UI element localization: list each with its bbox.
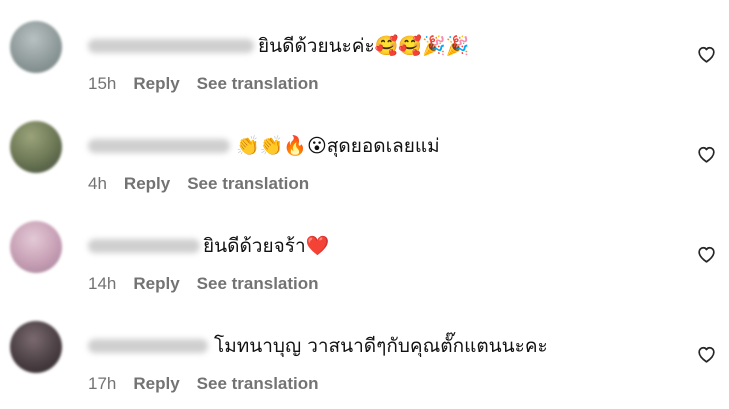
- comment-time: 15h: [88, 74, 117, 93]
- heart-outline-icon[interactable]: [697, 146, 716, 163]
- heart-outline-icon[interactable]: [697, 246, 716, 263]
- comment-time: 4h: [88, 174, 107, 193]
- heart-outline-icon[interactable]: [697, 346, 716, 363]
- comment-text: ยินดีด้วยนะค่ะ🥰🥰🎉🎉: [258, 35, 470, 57]
- see-translation-button[interactable]: See translation: [197, 273, 319, 295]
- comment-meta: 15h Reply See translation: [88, 73, 336, 95]
- comment-item: ยินดีด้วยนะค่ะ🥰🥰🎉🎉 15h Reply See translati…: [0, 0, 729, 100]
- comment-item: โมทนาบุญ วาสนาดีๆกับคุณตั๊กแตนนะคะ 17h Re…: [0, 300, 729, 400]
- see-translation-button[interactable]: See translation: [187, 173, 309, 195]
- username-blurred[interactable]: [88, 239, 200, 253]
- comment-time: 17h: [88, 374, 117, 393]
- comment-meta: 17h Reply See translation: [88, 373, 336, 395]
- comment-text: โมทนาบุญ วาสนาดีๆกับคุณตั๊กแตนนะคะ: [214, 335, 548, 357]
- username-blurred[interactable]: [88, 39, 254, 53]
- avatar[interactable]: [10, 121, 62, 173]
- username-blurred[interactable]: [88, 139, 230, 153]
- comment-text: ยินดีด้วยจร้า❤️: [203, 235, 330, 257]
- see-translation-button[interactable]: See translation: [197, 73, 319, 95]
- comment-item: 👏👏🔥😮สุดยอดเลยแม่ 4h Reply See translation: [0, 100, 729, 200]
- avatar[interactable]: [10, 21, 62, 73]
- comment-time: 14h: [88, 274, 117, 293]
- see-translation-button[interactable]: See translation: [197, 373, 319, 395]
- username-blurred[interactable]: [88, 339, 208, 353]
- reply-button[interactable]: Reply: [133, 73, 179, 95]
- comment-item: ยินดีด้วยจร้า❤️ 14h Reply See translation: [0, 200, 729, 300]
- reply-button[interactable]: Reply: [124, 173, 170, 195]
- heart-outline-icon[interactable]: [697, 46, 716, 63]
- reply-button[interactable]: Reply: [133, 373, 179, 395]
- comment-text: 👏👏🔥😮สุดยอดเลยแม่: [236, 135, 440, 157]
- avatar[interactable]: [10, 321, 62, 373]
- avatar[interactable]: [10, 221, 62, 273]
- comments-list: ยินดีด้วยนะค่ะ🥰🥰🎉🎉 15h Reply See translati…: [0, 0, 729, 409]
- reply-button[interactable]: Reply: [133, 273, 179, 295]
- comment-meta: 4h Reply See translation: [88, 173, 326, 195]
- comment-meta: 14h Reply See translation: [88, 273, 336, 295]
